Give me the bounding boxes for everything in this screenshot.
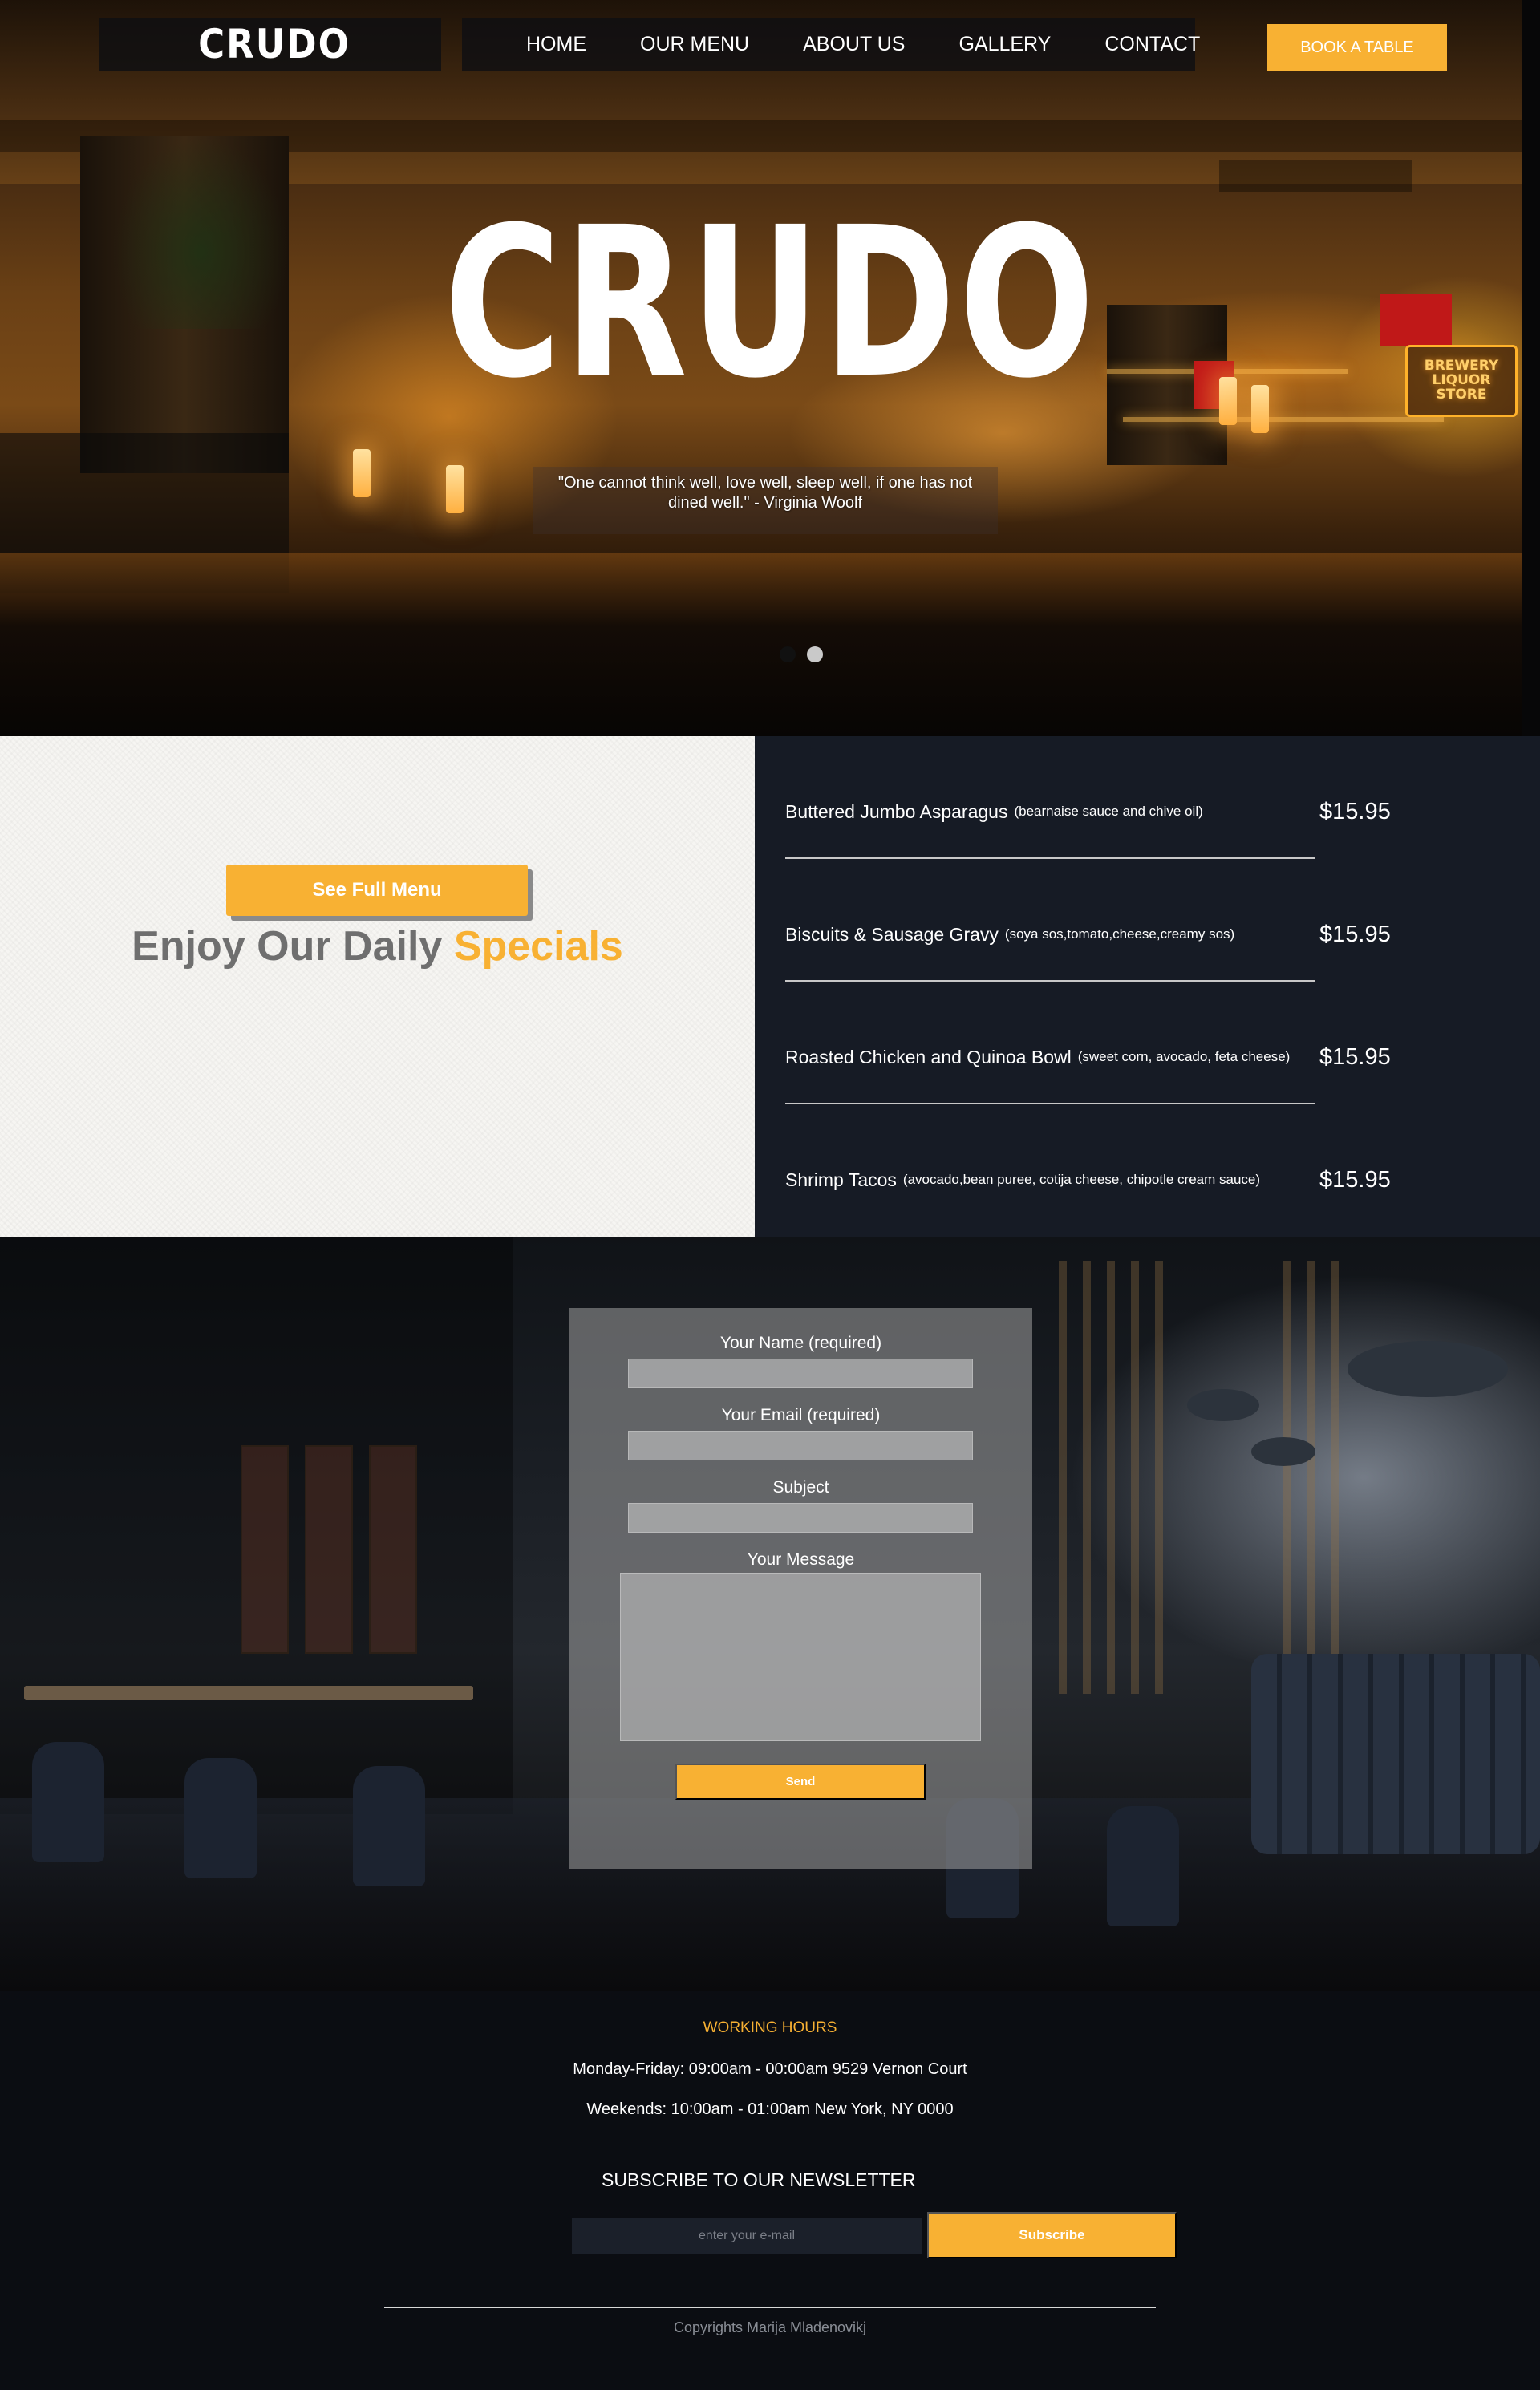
send-button[interactable]: Send — [675, 1764, 926, 1800]
wine-rack — [369, 1445, 417, 1654]
newsletter-email-input[interactable] — [572, 2218, 922, 2254]
hero-right-edge — [1522, 0, 1540, 736]
hours-weekend: Weekends: 10:00am - 01:00am New York, NY… — [586, 2100, 954, 2118]
logo-bar: CRUDO — [99, 18, 441, 71]
main-nav: HOME OUR MENU ABOUT US GALLERY CONTACT — [462, 18, 1200, 71]
menu-item-price: $15.95 — [1319, 798, 1391, 824]
wood-slat — [1155, 1261, 1163, 1694]
menu-divider — [785, 857, 1315, 859]
site-logo[interactable]: CRUDO — [198, 18, 349, 71]
menu-item-desc: (soya sos,tomato,cheese,creamy sos) — [1004, 926, 1235, 942]
slider-dot-1[interactable] — [780, 646, 796, 662]
hanging-pan — [1348, 1341, 1508, 1397]
specials-intro-panel — [0, 736, 755, 1237]
menu-item-name: Biscuits & Sausage Gravy — [785, 923, 999, 945]
menu-item-name: Shrimp Tacos — [785, 1169, 897, 1190]
hero-neon-sign: BREWERY LIQUOR STORE — [1405, 345, 1518, 417]
wine-rack — [241, 1445, 289, 1654]
menu-item-price: $15.95 — [1319, 921, 1391, 947]
wood-slat — [1307, 1261, 1315, 1694]
nav-about-us[interactable]: ABOUT US — [803, 33, 905, 56]
hero-section: BREWERY LIQUOR STORE "One cannot think w… — [0, 0, 1540, 736]
hero-quote-line-2: dined well." - Virginia Woolf — [667, 494, 863, 512]
menu-item-desc: (sweet corn, avocado, feta cheese) — [1077, 1049, 1291, 1064]
slider-dots — [780, 646, 823, 662]
wood-slat — [1131, 1261, 1139, 1694]
message-field[interactable] — [620, 1573, 981, 1741]
menu-item-desc: (bearnaise sauce and chive oil) — [1014, 804, 1203, 819]
hero-vent — [1219, 160, 1412, 192]
hero-lamp — [446, 465, 464, 513]
hanging-pan — [1187, 1389, 1259, 1421]
hanging-pan — [1251, 1437, 1315, 1466]
site-logo-text: CRUDO — [198, 21, 351, 67]
menu-item: Roasted Chicken and Quinoa Bowl (sweet c… — [785, 1041, 1491, 1073]
chair — [353, 1766, 425, 1886]
email-label: Your Email (required) — [721, 1406, 881, 1424]
chair — [184, 1758, 257, 1878]
menu-divider — [785, 1103, 1315, 1104]
hero-plant — [112, 136, 289, 329]
hero-lamp — [1219, 377, 1237, 425]
hero-title: CRUDO — [444, 199, 1095, 407]
menu-item: Buttered Jumbo Asparagus (bearnaise sauc… — [785, 796, 1491, 828]
wood-slat — [1107, 1261, 1115, 1694]
menu-item-name: Roasted Chicken and Quinoa Bowl — [785, 1046, 1072, 1067]
book-table-button[interactable]: BOOK A TABLE — [1267, 24, 1447, 71]
chair — [32, 1742, 104, 1862]
subject-field[interactable] — [628, 1503, 973, 1533]
wood-slat — [1059, 1261, 1067, 1694]
hero-red-box — [1380, 294, 1452, 346]
dining-table — [24, 1686, 473, 1700]
name-label: Your Name (required) — [719, 1334, 882, 1352]
working-hours-title: WORKING HOURS — [703, 2019, 837, 2036]
menu-item: Shrimp Tacos (avocado,bean puree, cotija… — [785, 1164, 1491, 1196]
hero-lamp — [1251, 385, 1269, 433]
menu-item: Biscuits & Sausage Gravy (soya sos,tomat… — [785, 918, 1491, 950]
hero-floor — [0, 553, 1540, 736]
name-field[interactable] — [628, 1359, 973, 1388]
newsletter-title: SUBSCRIBE TO OUR NEWSLETTER — [602, 2169, 916, 2190]
hero-shelf-light-2 — [1123, 417, 1444, 422]
wine-rack — [305, 1445, 353, 1654]
nav-contact[interactable]: CONTACT — [1104, 33, 1200, 56]
slider-dot-2[interactable] — [807, 646, 823, 662]
chair — [1107, 1806, 1179, 1926]
footer-divider — [384, 2307, 1156, 2308]
nav-gallery[interactable]: GALLERY — [958, 33, 1051, 56]
menu-item-price: $15.95 — [1319, 1166, 1391, 1193]
specials-heading-main: Enjoy Our Daily — [132, 923, 443, 970]
booth-seat — [1251, 1654, 1540, 1854]
subject-label: Subject — [772, 1478, 829, 1497]
menu-item-name: Buttered Jumbo Asparagus — [785, 800, 1008, 822]
hero-quote-line-1: "One cannot think well, love well, sleep… — [557, 474, 973, 492]
hero-quote: "One cannot think well, love well, sleep… — [533, 473, 998, 513]
menu-item-desc: (avocado,bean puree, cotija cheese, chip… — [902, 1172, 1261, 1187]
wood-slat — [1331, 1261, 1339, 1694]
nav-home[interactable]: HOME — [526, 33, 586, 56]
menu-divider — [785, 980, 1315, 982]
hero-lamp — [353, 449, 371, 497]
nav-our-menu[interactable]: OUR MENU — [640, 33, 749, 56]
wood-slat — [1283, 1261, 1291, 1694]
specials-heading: Enjoy Our Daily Specials — [0, 922, 755, 970]
hours-weekday: Monday-Friday: 09:00am - 00:00am 9529 Ve… — [573, 2060, 967, 2078]
subscribe-button[interactable]: Subscribe — [927, 2212, 1177, 2258]
wood-slat — [1083, 1261, 1091, 1694]
message-label: Your Message — [747, 1550, 855, 1569]
email-field[interactable] — [628, 1431, 973, 1460]
hero-title-text: CRUDO — [444, 183, 1098, 423]
specials-heading-accent: Specials — [453, 923, 623, 970]
see-full-menu-button[interactable]: See Full Menu — [226, 865, 528, 916]
menu-item-price: $15.95 — [1319, 1043, 1391, 1070]
copyright: Copyrights Marija Mladenovikj — [673, 2319, 867, 2335]
